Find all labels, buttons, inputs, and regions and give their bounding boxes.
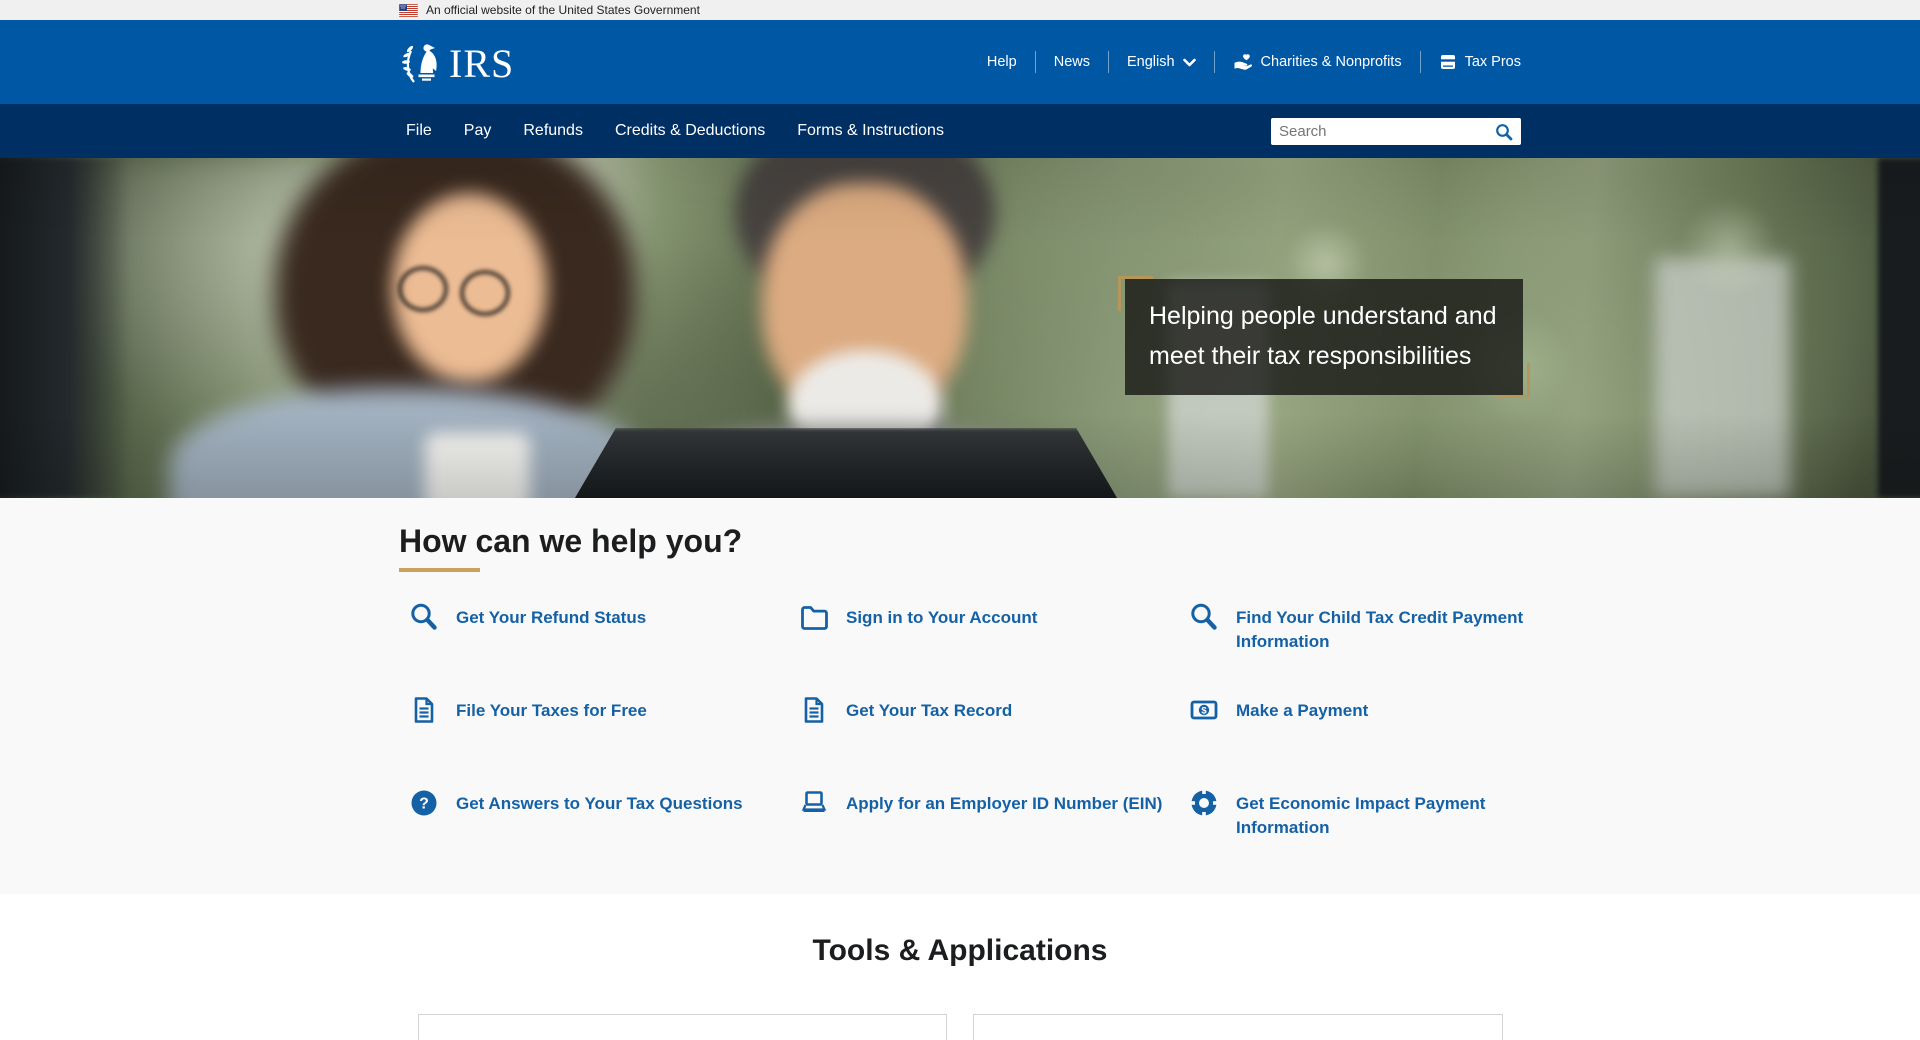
free-file-link[interactable]: File Your Taxes for Free [409,695,799,725]
charities-nonprofits-link[interactable]: Charities & Nonprofits [1233,53,1402,71]
irs-eagle-icon [399,40,445,84]
search-icon [1495,123,1513,141]
tools-section-title: Tools & Applications [0,894,1920,968]
laptop-icon [799,788,829,818]
chevron-down-icon [1183,58,1196,67]
tool-card-right [973,1014,1503,1040]
search-icon [409,602,439,632]
tool-card-left [418,1014,948,1040]
site-header: IRS Help News English Charities & Nonpro… [0,20,1920,104]
divider [1214,51,1215,73]
ledger-icon [1439,53,1457,71]
economic-impact-link[interactable]: Get Economic Impact Payment Information [1189,788,1579,840]
tax-record-link[interactable]: Get Your Tax Record [799,695,1189,725]
hero-caption: Helping people understand and meet their… [1125,279,1523,395]
gold-corner-bracket [1118,276,1153,311]
tax-questions-link[interactable]: ? Get Answers to Your Tax Questions [409,788,799,818]
make-payment-link[interactable]: $ Make a Payment [1189,695,1579,725]
folder-icon [799,602,829,632]
nav-item-refunds[interactable]: Refunds [507,122,599,140]
life-ring-icon [1189,788,1219,818]
language-dropdown[interactable]: English [1127,54,1196,70]
document-icon [799,695,829,725]
apply-ein-link[interactable]: Apply for an Employer ID Number (EIN) [799,788,1189,818]
logo-wordmark: IRS [449,44,514,84]
divider [1035,51,1036,73]
help-link[interactable]: Help [987,54,1017,70]
nav-item-credits-deductions[interactable]: Credits & Deductions [599,122,781,140]
main-nav: File Pay Refunds Credits & Deductions Fo… [0,104,1920,158]
banner-text: An official website of the United States… [426,3,700,17]
header-links: Help News English Charities & Nonprofits [987,51,1521,73]
nav-item-forms-instructions[interactable]: Forms & Instructions [781,122,960,140]
refund-status-link[interactable]: Get Your Refund Status [409,602,799,632]
nav-item-file[interactable]: File [399,122,448,140]
hero-vignette [0,158,1920,498]
document-icon [409,695,439,725]
question-circle-icon: ? [409,788,439,818]
hero-banner: Helping people understand and meet their… [0,158,1920,498]
svg-text:?: ? [419,796,429,813]
tax-pros-link[interactable]: Tax Pros [1439,53,1521,71]
help-links-grid: Get Your Refund Status Sign in to Your A… [399,602,1521,881]
help-section: How can we help you? Get Your Refund Sta… [0,498,1920,894]
gold-corner-bracket [1495,363,1530,398]
search-box [1271,118,1521,145]
search-icon [1189,602,1219,632]
divider [1108,51,1109,73]
dollar-bill-icon: $ [1189,695,1219,725]
search-button[interactable] [1495,121,1517,143]
sign-in-link[interactable]: Sign in to Your Account [799,602,1189,632]
divider [1420,51,1421,73]
news-link[interactable]: News [1054,54,1090,70]
help-section-title: How can we help you? [399,522,1521,560]
hero-headline: Helping people understand and meet their… [1149,302,1497,370]
svg-text:$: $ [1201,705,1207,716]
us-flag-icon [399,4,418,17]
irs-logo[interactable]: IRS [399,40,514,84]
tools-section: Tools & Applications [0,894,1920,1040]
child-tax-credit-link[interactable]: Find Your Child Tax Credit Payment Infor… [1189,602,1579,654]
gov-banner: An official website of the United States… [0,0,1920,20]
hand-heart-icon [1233,53,1253,71]
search-input[interactable] [1271,118,1521,145]
tools-cards-row [418,1014,1503,1040]
nav-item-pay[interactable]: Pay [448,122,508,140]
gold-underline [399,568,480,572]
